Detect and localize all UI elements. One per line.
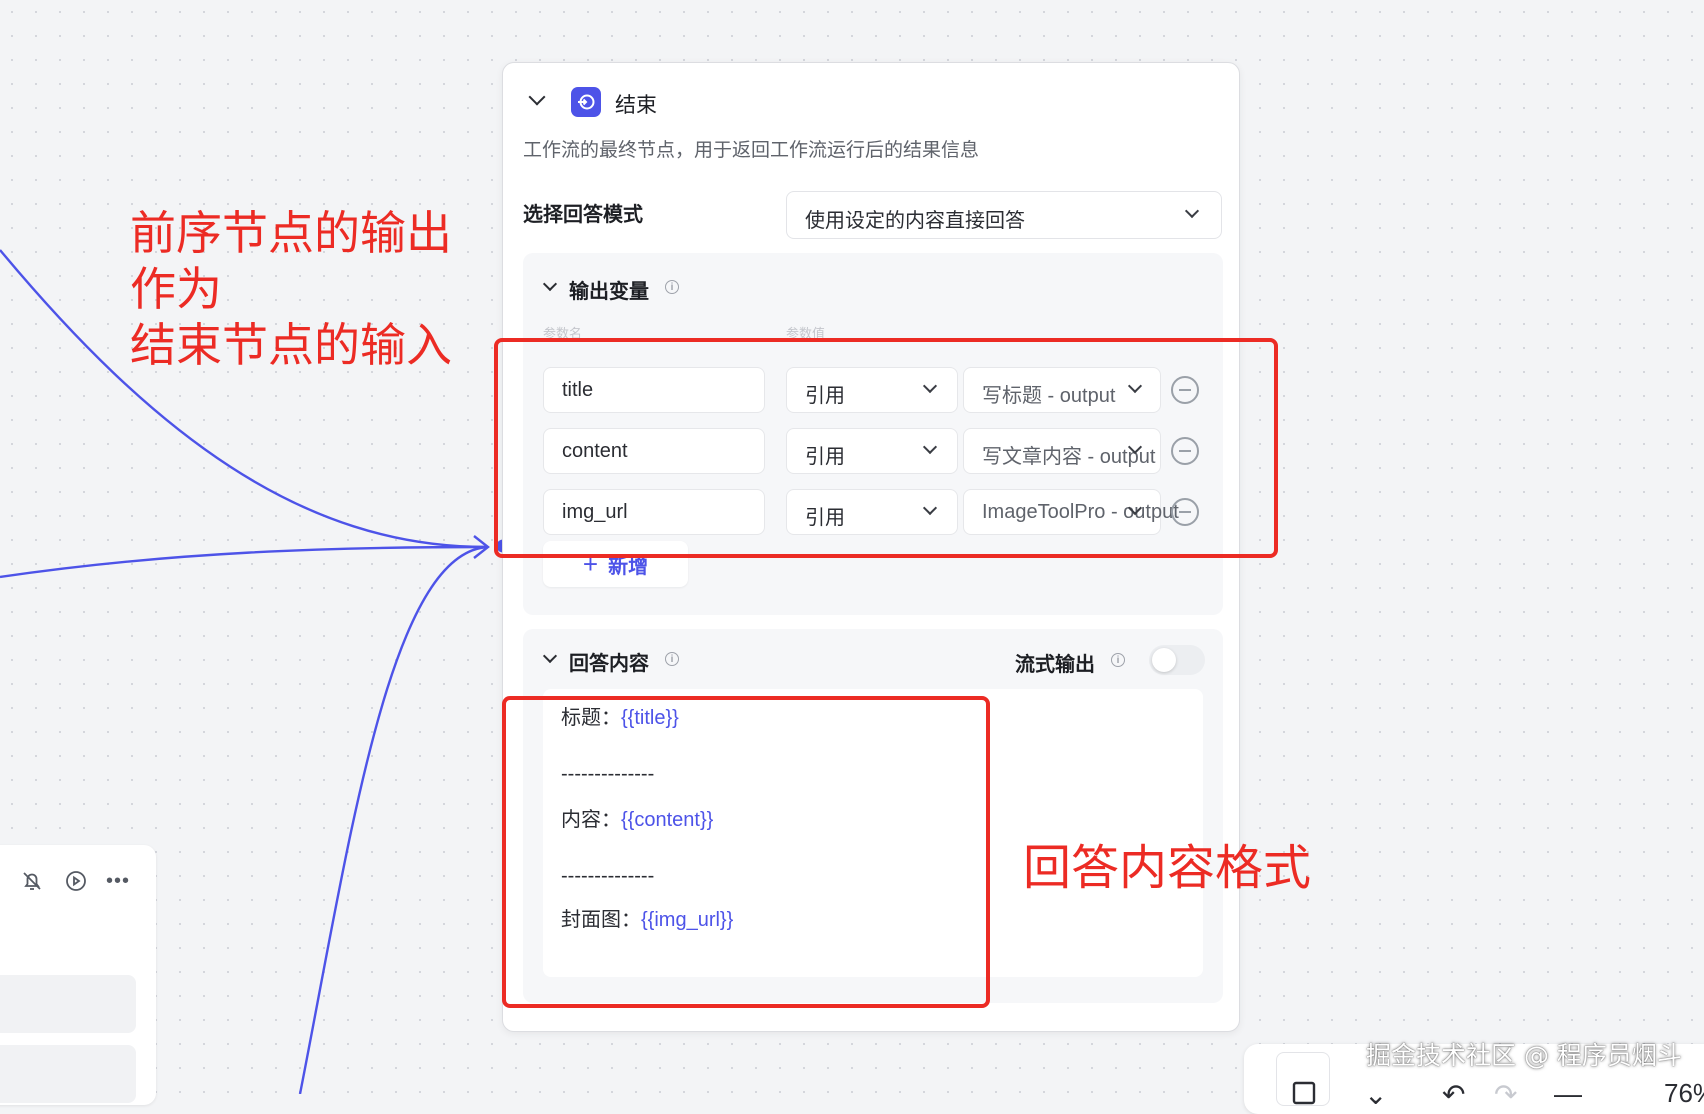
collapse-chevron-icon[interactable] — [528, 88, 546, 106]
annotation-left: 前序节点的输出 作为 结束节点的输入 — [130, 206, 452, 372]
node-title: 结束 — [615, 94, 657, 117]
annotation-box-answer — [502, 696, 990, 1008]
select-tool-button[interactable] — [1276, 1052, 1330, 1106]
play-icon[interactable] — [64, 869, 88, 893]
info-icon[interactable]: i — [665, 652, 679, 666]
previous-node-row — [0, 975, 136, 1033]
info-icon[interactable]: i — [665, 280, 679, 294]
stream-output-toggle[interactable] — [1149, 645, 1205, 675]
watermark: 掘金技术社区 @ 程序员烟斗 — [1366, 1041, 1682, 1070]
alert-off-icon[interactable] — [20, 869, 44, 893]
stream-output-label: 流式输出 — [1015, 654, 1095, 676]
chevron-down-icon — [1184, 203, 1200, 219]
end-node-icon — [571, 87, 601, 117]
answer-mode-value: 使用设定的内容直接回答 — [805, 210, 1025, 232]
zoom-out-icon[interactable]: — — [1554, 1078, 1582, 1110]
annotation-box-variables — [494, 338, 1278, 558]
cursor-icon[interactable]: ⌄ — [1364, 1078, 1387, 1111]
edge-from-bottom — [298, 545, 489, 1094]
answer-section-title: 回答内容 — [569, 653, 649, 675]
previous-node-card[interactable]: ••• — [0, 845, 156, 1105]
output-collapse-chevron-icon[interactable] — [542, 276, 558, 292]
square-icon — [1292, 1081, 1316, 1105]
answer-mode-label: 选择回答模式 — [523, 204, 643, 226]
node-description: 工作流的最终节点，用于返回工作流运行后的结果信息 — [523, 140, 980, 161]
answer-collapse-chevron-icon[interactable] — [542, 648, 558, 664]
info-icon[interactable]: i — [1111, 653, 1125, 667]
answer-mode-select[interactable]: 使用设定的内容直接回答 — [786, 191, 1222, 239]
previous-node-row — [0, 1045, 136, 1103]
annotation-right: 回答内容格式 — [1023, 840, 1312, 896]
redo-icon[interactable]: ↷ — [1494, 1078, 1517, 1111]
edge-from-left — [0, 545, 489, 579]
output-section-title: 输出变量 — [569, 281, 649, 303]
undo-icon[interactable]: ↶ — [1442, 1078, 1465, 1111]
toggle-knob — [1152, 648, 1176, 672]
more-icon[interactable]: ••• — [106, 869, 130, 893]
